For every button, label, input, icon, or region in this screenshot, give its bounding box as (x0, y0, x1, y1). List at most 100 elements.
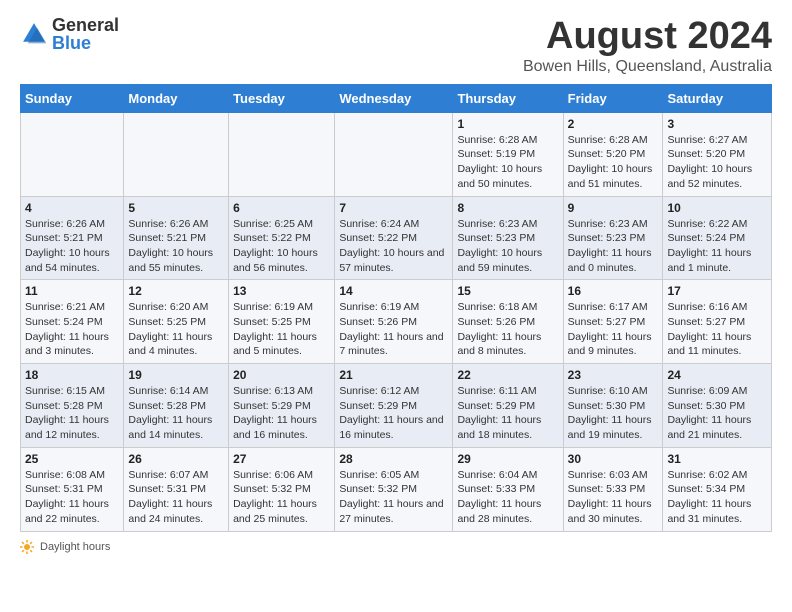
day-info: Sunrise: 6:11 AMSunset: 5:29 PMDaylight:… (457, 385, 541, 441)
day-info: Sunrise: 6:14 AMSunset: 5:28 PMDaylight:… (128, 385, 212, 441)
subtitle: Bowen Hills, Queensland, Australia (523, 58, 772, 76)
day-number: 8 (457, 201, 558, 215)
calendar-header-row: SundayMondayTuesdayWednesdayThursdayFrid… (21, 84, 772, 112)
calendar-table: SundayMondayTuesdayWednesdayThursdayFrid… (20, 84, 772, 532)
calendar-cell: 14 Sunrise: 6:19 AMSunset: 5:26 PMDayligh… (335, 280, 453, 364)
calendar-cell (124, 112, 229, 196)
day-info: Sunrise: 6:03 AMSunset: 5:33 PMDaylight:… (568, 469, 652, 525)
calendar-cell: 8 Sunrise: 6:23 AMSunset: 5:23 PMDaylight… (453, 196, 563, 280)
main-title: August 2024 (523, 16, 772, 58)
calendar-cell: 11 Sunrise: 6:21 AMSunset: 5:24 PMDayligh… (21, 280, 124, 364)
calendar-cell (229, 112, 335, 196)
header-cell-wednesday: Wednesday (335, 84, 453, 112)
day-number: 12 (128, 284, 224, 298)
day-info: Sunrise: 6:20 AMSunset: 5:25 PMDaylight:… (128, 301, 212, 357)
day-number: 1 (457, 117, 558, 131)
day-info: Sunrise: 6:23 AMSunset: 5:23 PMDaylight:… (457, 218, 542, 274)
calendar-cell: 5 Sunrise: 6:26 AMSunset: 5:21 PMDaylight… (124, 196, 229, 280)
calendar-week-row: 18Sunrise: 6:15 AMSunset: 5:28 PMDayligh… (21, 364, 772, 448)
day-number: 25 (25, 452, 119, 466)
day-info: Sunrise: 6:05 AMSunset: 5:32 PMDaylight:… (339, 469, 443, 525)
day-number: 26 (128, 452, 224, 466)
calendar-cell: 20 Sunrise: 6:13 AMSunset: 5:29 PMDayligh… (229, 364, 335, 448)
day-number: 24 (667, 368, 767, 382)
day-number: 17 (667, 284, 767, 298)
day-number: 9 (568, 201, 659, 215)
day-info: Sunrise: 6:10 AMSunset: 5:30 PMDaylight:… (568, 385, 652, 441)
calendar-cell: 21Sunrise: 6:12 AMSunset: 5:29 PMDayligh… (335, 364, 453, 448)
calendar-cell: 23 Sunrise: 6:10 AMSunset: 5:30 PMDayligh… (563, 364, 663, 448)
day-info: Sunrise: 6:06 AMSunset: 5:32 PMDaylight:… (233, 469, 317, 525)
day-number: 22 (457, 368, 558, 382)
day-info: Sunrise: 6:21 AMSunset: 5:24 PMDaylight:… (25, 301, 109, 357)
header-cell-sunday: Sunday (21, 84, 124, 112)
day-number: 2 (568, 117, 659, 131)
calendar-cell: 2 Sunrise: 6:28 AMSunset: 5:20 PMDaylight… (563, 112, 663, 196)
day-info: Sunrise: 6:28 AMSunset: 5:20 PMDaylight:… (568, 134, 653, 190)
day-number: 23 (568, 368, 659, 382)
calendar-cell: 28Sunrise: 6:05 AMSunset: 5:32 PMDayligh… (335, 447, 453, 531)
calendar-week-row: 11 Sunrise: 6:21 AMSunset: 5:24 PMDayligh… (21, 280, 772, 364)
header-cell-saturday: Saturday (663, 84, 772, 112)
calendar-cell: 3Sunrise: 6:27 AMSunset: 5:20 PMDaylight… (663, 112, 772, 196)
logo: General Blue (20, 16, 119, 52)
day-info: Sunrise: 6:02 AMSunset: 5:34 PMDaylight:… (667, 469, 751, 525)
day-number: 19 (128, 368, 224, 382)
footer: Daylight hours (20, 540, 772, 554)
calendar-cell: 29Sunrise: 6:04 AMSunset: 5:33 PMDayligh… (453, 447, 563, 531)
sun-icon (20, 540, 34, 554)
header-cell-monday: Monday (124, 84, 229, 112)
calendar-cell: 10Sunrise: 6:22 AMSunset: 5:24 PMDayligh… (663, 196, 772, 280)
day-info: Sunrise: 6:22 AMSunset: 5:24 PMDaylight:… (667, 218, 751, 274)
day-info: Sunrise: 6:27 AMSunset: 5:20 PMDaylight:… (667, 134, 752, 190)
logo-general: General (52, 16, 119, 34)
day-info: Sunrise: 6:09 AMSunset: 5:30 PMDaylight:… (667, 385, 751, 441)
day-info: Sunrise: 6:24 AMSunset: 5:22 PMDaylight:… (339, 218, 444, 274)
calendar-cell (335, 112, 453, 196)
calendar-cell: 9 Sunrise: 6:23 AMSunset: 5:23 PMDaylight… (563, 196, 663, 280)
calendar-cell: 31 Sunrise: 6:02 AMSunset: 5:34 PMDayligh… (663, 447, 772, 531)
header: General Blue August 2024 Bowen Hills, Qu… (20, 16, 772, 76)
calendar-cell: 12 Sunrise: 6:20 AMSunset: 5:25 PMDayligh… (124, 280, 229, 364)
calendar-cell: 27 Sunrise: 6:06 AMSunset: 5:32 PMDayligh… (229, 447, 335, 531)
day-info: Sunrise: 6:23 AMSunset: 5:23 PMDaylight:… (568, 218, 652, 274)
calendar-cell: 18Sunrise: 6:15 AMSunset: 5:28 PMDayligh… (21, 364, 124, 448)
daylight-label: Daylight hours (40, 541, 110, 553)
calendar-cell (21, 112, 124, 196)
day-info: Sunrise: 6:25 AMSunset: 5:22 PMDaylight:… (233, 218, 318, 274)
day-number: 5 (128, 201, 224, 215)
day-info: Sunrise: 6:13 AMSunset: 5:29 PMDaylight:… (233, 385, 317, 441)
day-info: Sunrise: 6:19 AMSunset: 5:25 PMDaylight:… (233, 301, 317, 357)
calendar-cell: 7 Sunrise: 6:24 AMSunset: 5:22 PMDaylight… (335, 196, 453, 280)
day-number: 7 (339, 201, 448, 215)
calendar-week-row: 1Sunrise: 6:28 AMSunset: 5:19 PMDaylight… (21, 112, 772, 196)
calendar-cell: 26 Sunrise: 6:07 AMSunset: 5:31 PMDayligh… (124, 447, 229, 531)
day-number: 20 (233, 368, 330, 382)
calendar-cell: 13Sunrise: 6:19 AMSunset: 5:25 PMDayligh… (229, 280, 335, 364)
header-cell-tuesday: Tuesday (229, 84, 335, 112)
calendar-cell: 16Sunrise: 6:17 AMSunset: 5:27 PMDayligh… (563, 280, 663, 364)
day-number: 6 (233, 201, 330, 215)
day-info: Sunrise: 6:26 AMSunset: 5:21 PMDaylight:… (128, 218, 213, 274)
day-info: Sunrise: 6:26 AMSunset: 5:21 PMDaylight:… (25, 218, 110, 274)
calendar-cell: 25Sunrise: 6:08 AMSunset: 5:31 PMDayligh… (21, 447, 124, 531)
day-number: 4 (25, 201, 119, 215)
calendar-week-row: 25Sunrise: 6:08 AMSunset: 5:31 PMDayligh… (21, 447, 772, 531)
day-number: 14 (339, 284, 448, 298)
header-cell-friday: Friday (563, 84, 663, 112)
day-number: 27 (233, 452, 330, 466)
day-number: 30 (568, 452, 659, 466)
day-number: 31 (667, 452, 767, 466)
day-number: 21 (339, 368, 448, 382)
calendar-cell: 19 Sunrise: 6:14 AMSunset: 5:28 PMDayligh… (124, 364, 229, 448)
day-info: Sunrise: 6:07 AMSunset: 5:31 PMDaylight:… (128, 469, 212, 525)
calendar-cell: 17Sunrise: 6:16 AMSunset: 5:27 PMDayligh… (663, 280, 772, 364)
day-number: 18 (25, 368, 119, 382)
day-info: Sunrise: 6:04 AMSunset: 5:33 PMDaylight:… (457, 469, 541, 525)
day-info: Sunrise: 6:18 AMSunset: 5:26 PMDaylight:… (457, 301, 541, 357)
day-number: 16 (568, 284, 659, 298)
day-info: Sunrise: 6:19 AMSunset: 5:26 PMDaylight:… (339, 301, 443, 357)
logo-icon (20, 20, 48, 48)
title-area: August 2024 Bowen Hills, Queensland, Aus… (523, 16, 772, 76)
day-number: 11 (25, 284, 119, 298)
